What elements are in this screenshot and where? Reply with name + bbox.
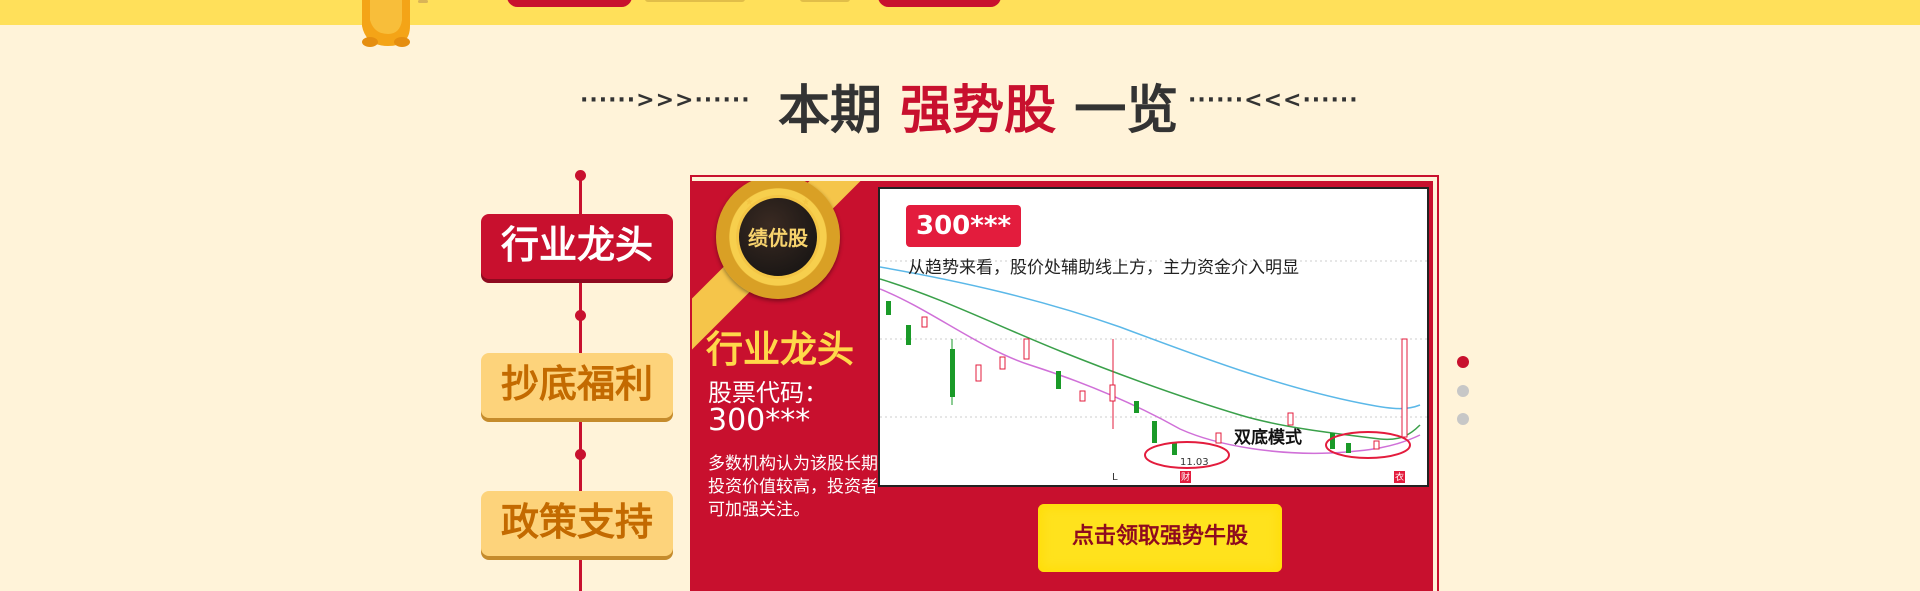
top-banner-text-fragment [645, 0, 745, 2]
ma-line-blue [880, 266, 1421, 410]
carousel-dot-3[interactable] [1457, 413, 1469, 425]
top-banner-button-left[interactable] [507, 0, 632, 7]
timeline-dot [575, 449, 586, 460]
mascot-icon [362, 0, 428, 47]
top-banner-strip [0, 0, 1920, 25]
panel-title: 行业龙头 [706, 328, 854, 371]
double-bottom-circle-2 [1325, 431, 1411, 459]
chart-date-label: 11.03 [1180, 457, 1209, 468]
claim-stock-button[interactable]: 点击领取强势牛股 [1038, 504, 1282, 572]
page-title: 本期 强势股 一览 [778, 68, 1178, 143]
stock-description: 多数机构认为该股长期投资价值较高，投资者可加强关注。 [708, 454, 878, 520]
top-banner-text-fragment-2 [800, 0, 850, 2]
badge-label: 绩优股 [736, 195, 820, 279]
top-banner-button-right[interactable] [878, 0, 1001, 7]
title-highlight: 强势股 [900, 81, 1057, 141]
tab-policy-support[interactable]: 政策支持 [481, 491, 673, 556]
tab-industry-leader[interactable]: 行业龙头 [481, 214, 673, 279]
ma-line-purple [880, 288, 1421, 455]
heading-left-decoration: ······>>>······ [580, 88, 751, 113]
chart-annotation: 双底模式 [1234, 427, 1302, 448]
stock-panel: ★ ★ ★ ★ ★ 绩优股 行业龙头 股票代码： 300*** 多数机构认为该股… [692, 181, 1433, 591]
timeline-dot [575, 310, 586, 321]
title-part-2: 一览 [1074, 81, 1179, 141]
chart-caption: 从趋势来看，股价处辅助线上方，主力资金介入明显 [908, 258, 1299, 278]
stock-code-value: 300*** [708, 403, 811, 438]
chart-marker-yi: 衣 [1395, 471, 1404, 483]
section-heading: ······>>>······ 本期 强势股 一览 ······<<<·····… [0, 66, 1920, 141]
tab-bottom-fishing[interactable]: 抄底福利 [481, 353, 673, 418]
ma-line-green [880, 278, 1421, 441]
carousel-dot-1[interactable] [1457, 356, 1469, 368]
timeline-dot [575, 170, 586, 181]
chart-marker-l: L [1112, 472, 1118, 483]
stock-chart: 双底模式 11.03 L 财 衣 300*** 从趋势来看，股价处辅助线上方，主… [878, 187, 1429, 487]
carousel-dot-2[interactable] [1457, 385, 1469, 397]
title-part-1: 本期 [778, 81, 883, 141]
chart-stock-badge: 300*** [906, 205, 1022, 247]
chart-marker-cai: 财 [1181, 471, 1190, 483]
heading-right-decoration: ······<<<······ [1188, 88, 1359, 113]
